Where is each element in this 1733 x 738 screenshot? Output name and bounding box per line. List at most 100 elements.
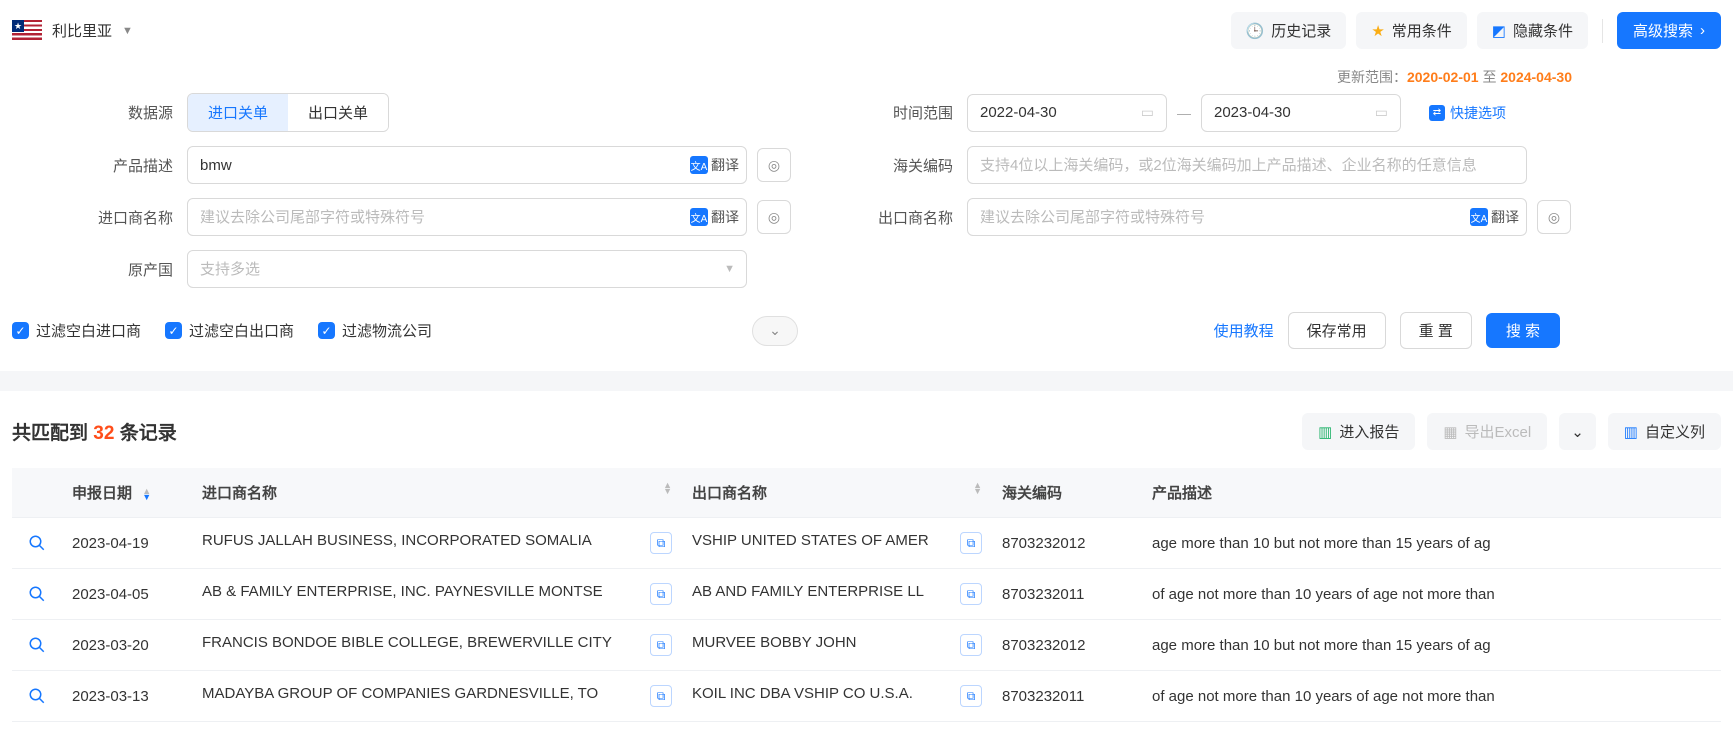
checkbox-icon: ✓ [165,322,182,339]
target-icon: ◎ [768,157,780,174]
collapse-button[interactable]: ⌄ [752,316,798,346]
target-icon: ◎ [768,209,780,226]
translate-button[interactable]: 文A 翻译 [690,207,739,227]
importer-label: 进口商名称 [12,207,187,228]
cell-hs: 8703232011 [992,671,1142,722]
copy-button[interactable]: ⧉ [650,685,672,707]
datasource-import-option[interactable]: 进口关单 [188,94,288,131]
exporter-label: 出口商名称 [792,207,967,228]
copy-button[interactable]: ⧉ [650,634,672,656]
table-header-row: 申报日期 ▲▼ 进口商名称 ▲▼ 出口商名称 ▲▼ 海关编码 产品描述 [12,468,1721,518]
translate-icon: 文A [690,208,708,226]
origin-select[interactable] [187,250,747,288]
origin-label: 原产国 [12,259,187,280]
custom-columns-button[interactable]: ▥ 自定义列 [1608,413,1721,450]
copy-button[interactable]: ⧉ [960,685,982,707]
chevron-down-icon: ▼ [724,263,735,275]
flag-icon [12,20,42,42]
table-row: 2023-03-13MADAYBA GROUP OF COMPANIES GAR… [12,671,1721,722]
cell-desc: age more than 10 but not more than 15 ye… [1142,620,1721,671]
precise-match-button[interactable]: ◎ [1537,200,1571,234]
table-row: 2023-04-19RUFUS JALLAH BUSINESS, INCORPO… [12,518,1721,569]
country-selector[interactable]: 利比里亚 ▼ [12,20,133,42]
date-to-input[interactable]: 2023-04-30 ▭ [1201,94,1401,132]
datasource-segment: 进口关单 出口关单 [187,93,389,132]
search-button[interactable]: 搜 索 [1486,313,1560,348]
favorites-button[interactable]: ★ 常用条件 [1356,12,1466,49]
filter-logistics-checkbox[interactable]: ✓ 过滤物流公司 [318,320,432,341]
history-button[interactable]: 🕒 历史记录 [1231,12,1347,49]
columns-icon: ▥ [1624,423,1638,441]
chevron-right-icon: › [1700,22,1705,39]
translate-icon: 文A [1470,208,1488,226]
date-separator: — [1177,105,1191,121]
cell-importer: AB & FAMILY ENTERPRISE, INC. PAYNESVILLE… [192,569,682,620]
calendar-icon: ▭ [1141,104,1154,121]
reset-button[interactable]: 重 置 [1400,312,1472,349]
hidden-icon: ◩ [1492,22,1506,40]
col-exporter-header[interactable]: 出口商名称 ▲▼ [682,468,992,518]
cell-importer: FRANCIS BONDOE BIBLE COLLEGE, BREWERVILL… [192,620,682,671]
favorites-label: 常用条件 [1392,20,1452,41]
export-dropdown-button[interactable]: ⌄ [1559,413,1596,450]
country-name: 利比里亚 [52,20,112,41]
checkbox-icon: ✓ [12,322,29,339]
cell-exporter: KOIL INC DBA VSHIP CO U.S.A.⧉ [682,671,992,722]
excel-icon: ▦ [1443,423,1457,441]
enter-report-button[interactable]: ▥ 进入报告 [1302,413,1415,450]
view-detail-button[interactable] [22,585,52,603]
copy-button[interactable]: ⧉ [960,634,982,656]
copy-button[interactable]: ⧉ [960,583,982,605]
export-excel-button[interactable]: ▦ 导出Excel [1427,413,1547,450]
copy-button[interactable]: ⧉ [650,583,672,605]
filter-empty-exporter-checkbox[interactable]: ✓ 过滤空白出口商 [165,320,294,341]
table-row: 2023-03-20FRANCIS BONDOE BIBLE COLLEGE, … [12,620,1721,671]
cell-importer: MADAYBA GROUP OF COMPANIES GARDNESVILLE,… [192,671,682,722]
checkbox-icon: ✓ [318,322,335,339]
date-from-input[interactable]: 2022-04-30 ▭ [967,94,1167,132]
chevron-down-icon: ⌄ [1571,423,1584,441]
datasource-export-option[interactable]: 出口关单 [288,94,388,131]
datasource-label: 数据源 [12,102,187,123]
copy-button[interactable]: ⧉ [650,532,672,554]
view-detail-button[interactable] [22,687,52,705]
tutorial-link[interactable]: 使用教程 [1214,320,1274,341]
col-date-header[interactable]: 申报日期 ▲▼ [62,468,192,518]
chevron-down-icon: ▼ [122,25,133,37]
timerange-label: 时间范围 [792,102,967,123]
cell-desc: of age not more than 10 years of age not… [1142,671,1721,722]
quick-options-link[interactable]: ⇄ 快捷选项 [1429,103,1506,123]
hscode-input[interactable] [967,146,1527,184]
history-icon: 🕒 [1246,22,1265,40]
translate-button[interactable]: 文A 翻译 [1470,207,1519,227]
precise-match-button[interactable]: ◎ [757,200,791,234]
results-title: 共匹配到 32 条记录 [12,418,177,445]
sort-icon: ▲▼ [663,482,672,494]
history-label: 历史记录 [1271,20,1331,41]
precise-match-button[interactable]: ◎ [757,148,791,182]
translate-button[interactable]: 文A 翻译 [690,155,739,175]
calendar-icon: ▭ [1375,104,1388,121]
product-label: 产品描述 [12,155,187,176]
view-detail-button[interactable] [22,534,52,552]
advanced-search-button[interactable]: 高级搜索 › [1617,12,1721,49]
save-favorite-button[interactable]: 保存常用 [1288,312,1386,349]
update-range: 更新范围：2020-02-01 至 2024-04-30 [12,67,1572,87]
col-hs-header: 海关编码 [992,468,1142,518]
cell-desc: of age not more than 10 years of age not… [1142,569,1721,620]
cell-hs: 8703232012 [992,518,1142,569]
cell-importer: RUFUS JALLAH BUSINESS, INCORPORATED SOMA… [192,518,682,569]
copy-button[interactable]: ⧉ [960,532,982,554]
hidden-label: 隐藏条件 [1513,20,1573,41]
cell-date: 2023-03-20 [62,620,192,671]
col-importer-header[interactable]: 进口商名称 ▲▼ [192,468,682,518]
filter-empty-importer-checkbox[interactable]: ✓ 过滤空白进口商 [12,320,141,341]
target-icon: ◎ [1548,209,1560,226]
translate-icon: 文A [690,156,708,174]
report-icon: ▥ [1318,423,1332,441]
exporter-input[interactable] [967,198,1527,236]
product-input[interactable] [187,146,747,184]
importer-input[interactable] [187,198,747,236]
hidden-conditions-button[interactable]: ◩ 隐藏条件 [1477,12,1588,49]
view-detail-button[interactable] [22,636,52,654]
